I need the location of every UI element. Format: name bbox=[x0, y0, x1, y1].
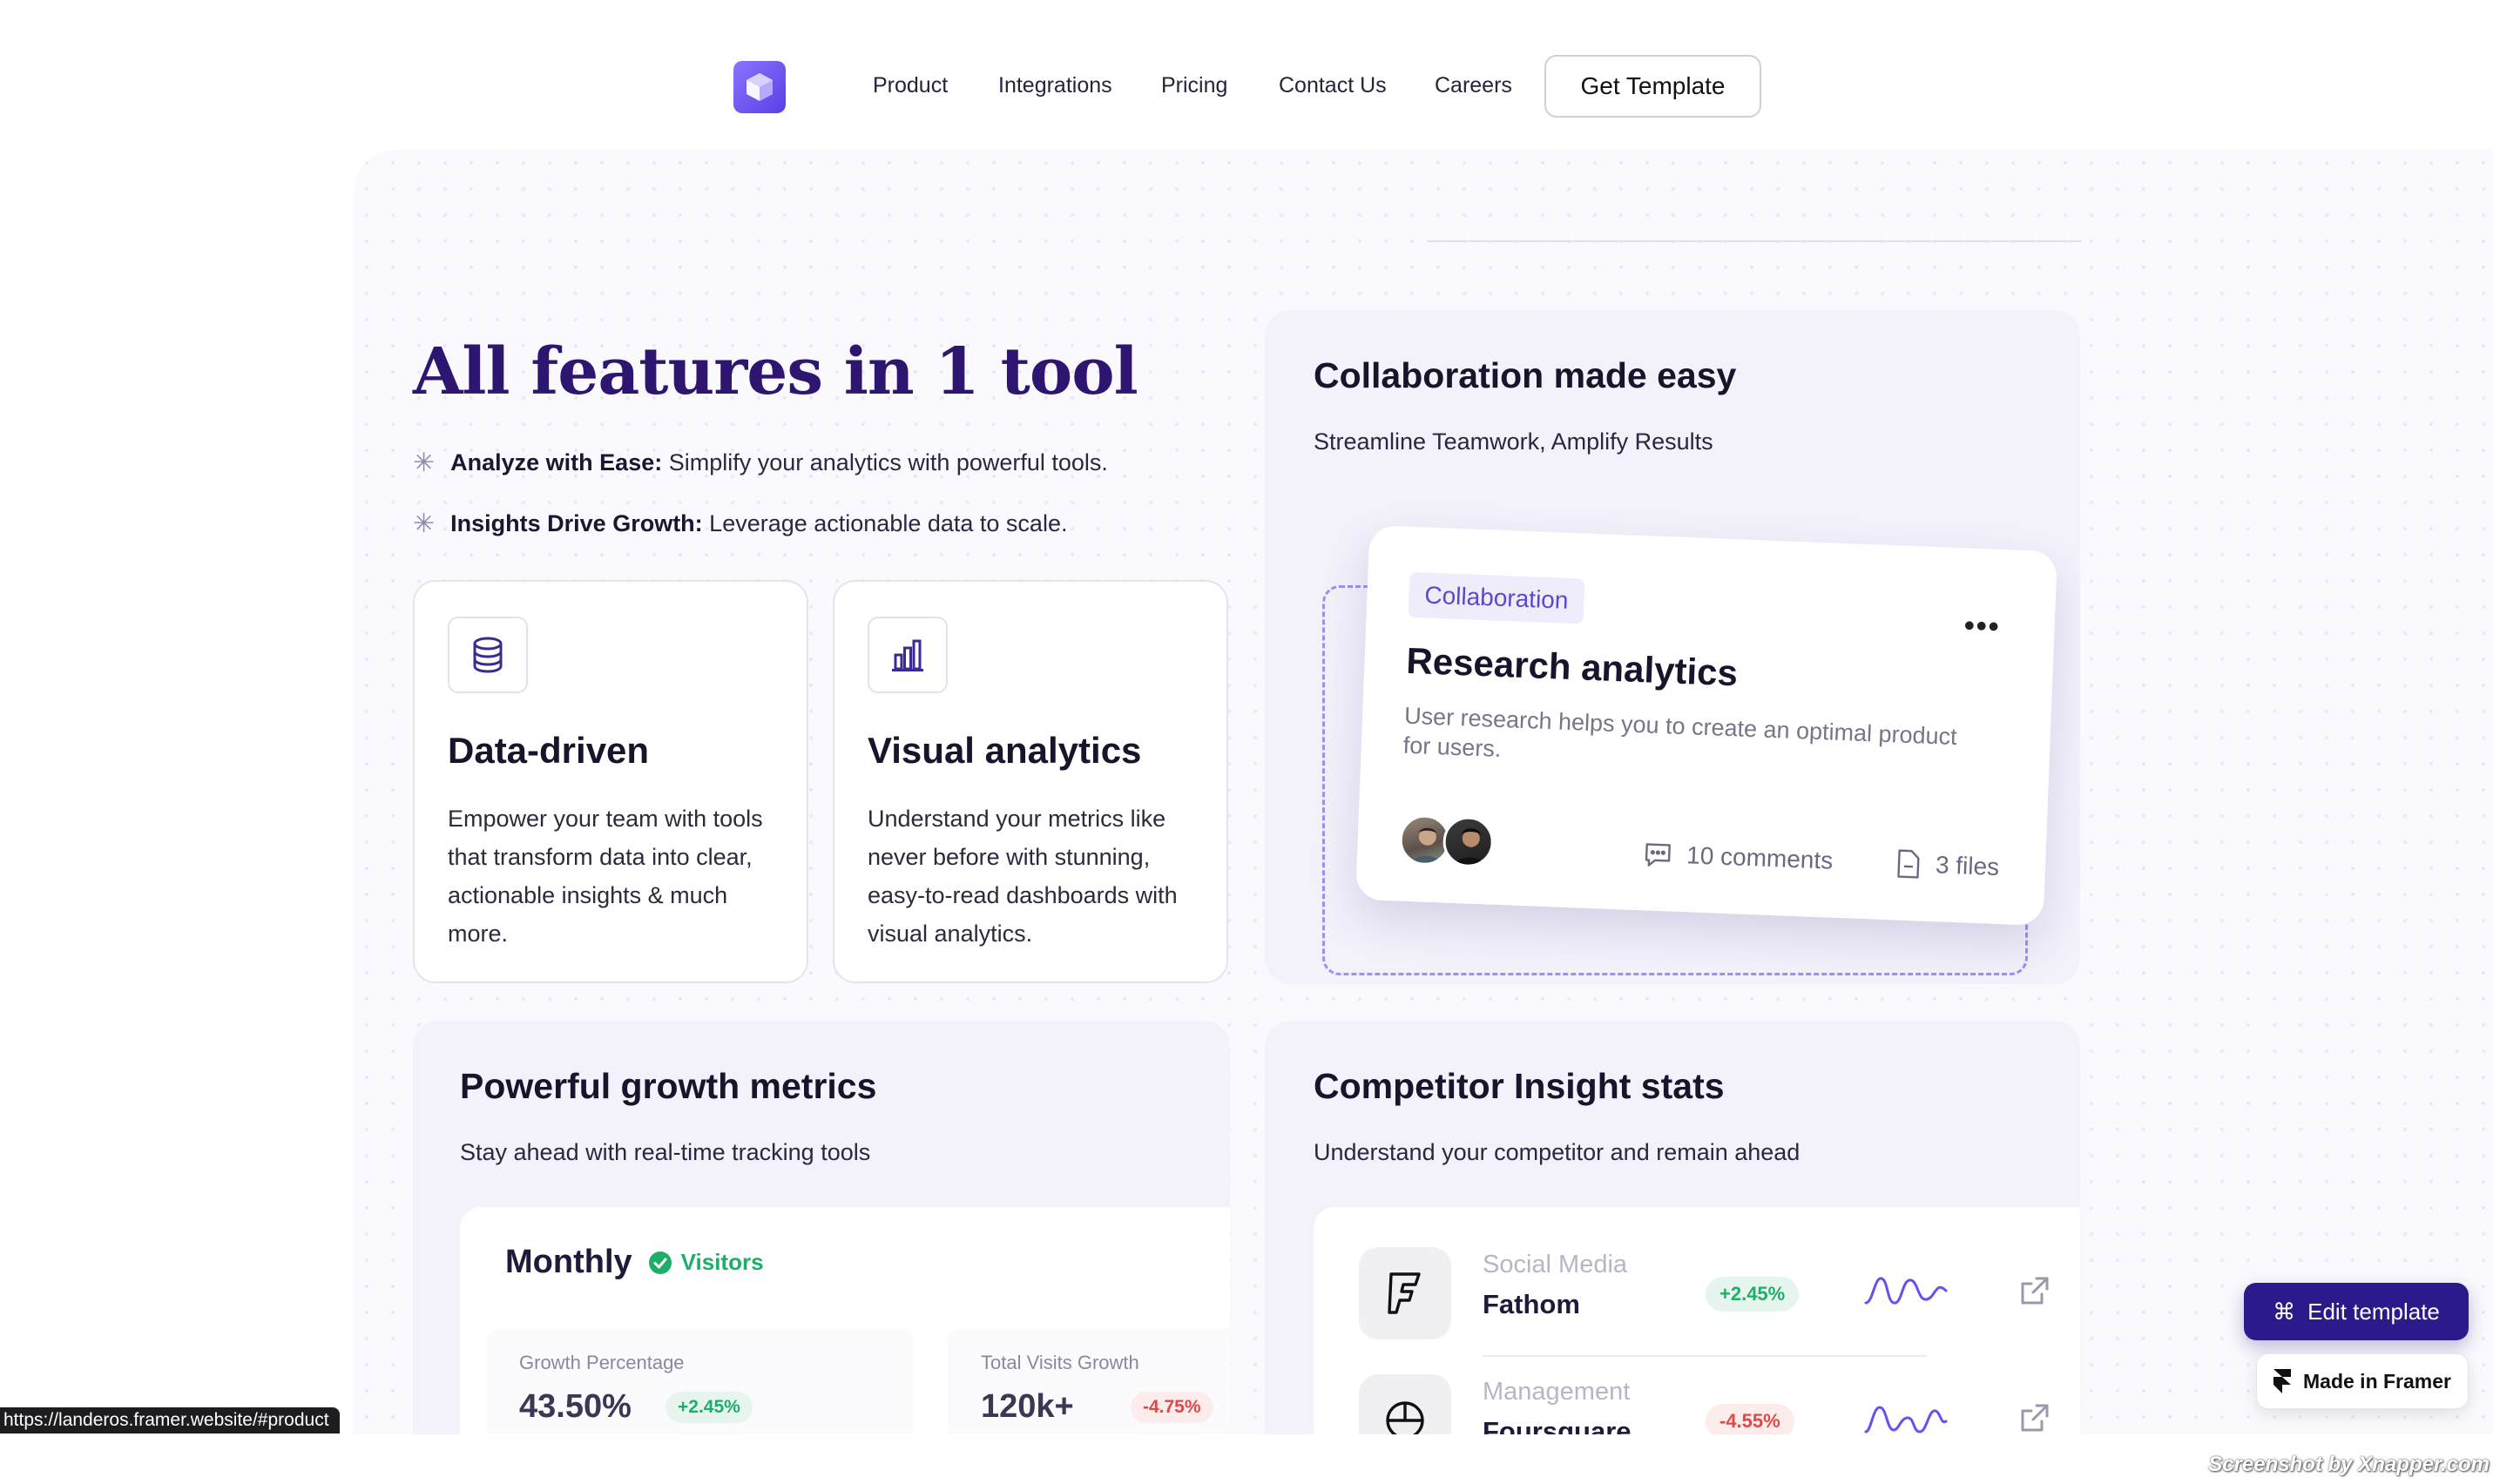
card-subtitle: Stay ahead with real-time tracking tools bbox=[460, 1139, 871, 1165]
nav-contact-us[interactable]: Contact Us bbox=[1279, 73, 1387, 98]
nav-careers[interactable]: Careers bbox=[1435, 73, 1512, 98]
comment-icon bbox=[1645, 843, 1671, 867]
bullet-bold: Analyze with Ease: bbox=[450, 449, 663, 476]
feature-card-data-driven: Data-driven Empower your team with tools… bbox=[413, 580, 808, 983]
competitor-change-badge: +2.45% bbox=[1706, 1277, 1800, 1312]
stat-change-badge: -4.75% bbox=[1131, 1392, 1213, 1423]
stat-label: Total Visits Growth bbox=[981, 1352, 1139, 1373]
screenshot-watermark: Screenshot by Xnapper.com bbox=[2208, 1453, 2490, 1476]
command-icon: ⌘ bbox=[2273, 1298, 2296, 1325]
bullet-text: Simplify your analytics with powerful to… bbox=[662, 449, 1108, 476]
competitor-category: Social Media bbox=[1483, 1251, 1628, 1278]
competitor-list: Social Media Fathom +2.45% Management Fo… bbox=[1314, 1207, 2080, 1434]
card-title: Collaboration made easy bbox=[1314, 355, 1737, 395]
card-subtitle: Understand your competitor and remain ah… bbox=[1314, 1139, 1800, 1165]
section-heading: All features in 1 tool bbox=[413, 334, 1138, 409]
avatar bbox=[1442, 815, 1495, 868]
research-analytics-card[interactable]: Collaboration ••• Research analytics Use… bbox=[1355, 524, 2057, 927]
feature-title: Visual analytics bbox=[868, 730, 1142, 771]
made-in-framer-button[interactable]: Made in Framer bbox=[2256, 1353, 2469, 1409]
monthly-header: Monthly Visitors bbox=[505, 1244, 764, 1281]
feature-title: Data-driven bbox=[448, 730, 650, 771]
feature-bullet-2: ✳ Insights Drive Growth: Leverage action… bbox=[413, 509, 1067, 539]
feature-bullet-1: ✳ Analyze with Ease: Simplify your analy… bbox=[413, 448, 1108, 478]
files-count[interactable]: 3 files bbox=[1891, 847, 2000, 884]
list-item[interactable]: Social Media Fathom +2.45% bbox=[1314, 1207, 2080, 1357]
more-options-icon[interactable]: ••• bbox=[1963, 609, 2001, 644]
growth-metrics-card: Powerful growth metrics Stay ahead with … bbox=[413, 1021, 1230, 1434]
nav-product[interactable]: Product bbox=[873, 73, 948, 98]
competitor-category: Management bbox=[1483, 1378, 1631, 1406]
collaboration-card: Collaboration made easy Streamline Teamw… bbox=[1265, 310, 2080, 984]
feature-description: Empower your team with tools that transf… bbox=[448, 806, 763, 947]
research-description: User research helps you to create an opt… bbox=[1402, 702, 1958, 762]
stat-value: 120k+ bbox=[981, 1388, 1074, 1425]
asterisk-icon: ✳ bbox=[413, 449, 436, 477]
bullet-text: Leverage actionable data to scale. bbox=[702, 510, 1068, 536]
list-item[interactable]: Management Foursquare -4.55% bbox=[1314, 1334, 2080, 1434]
competitor-name: Foursquare bbox=[1483, 1416, 1632, 1434]
stat-value: 43.50% bbox=[519, 1388, 632, 1425]
get-template-button[interactable]: Get Template bbox=[1544, 55, 1761, 118]
avatar-group bbox=[1398, 813, 1505, 871]
collaboration-tag: Collaboration bbox=[1408, 571, 1585, 624]
framer-logo-icon bbox=[2273, 1369, 2291, 1393]
comments-count[interactable]: 10 comments bbox=[1641, 837, 1834, 877]
database-icon bbox=[448, 617, 528, 693]
comments-label: 10 comments bbox=[1686, 841, 1834, 874]
logo-cube-icon[interactable] bbox=[733, 61, 786, 113]
visitors-badge: Visitors bbox=[680, 1249, 764, 1275]
bullet-bold: Insights Drive Growth: bbox=[450, 510, 703, 536]
stat-label: Growth Percentage bbox=[519, 1352, 685, 1373]
competitor-name: Fathom bbox=[1483, 1289, 1580, 1319]
asterisk-icon: ✳ bbox=[413, 509, 436, 538]
nav-integrations[interactable]: Integrations bbox=[998, 73, 1112, 98]
foursquare-logo-icon bbox=[1359, 1374, 1451, 1434]
file-icon bbox=[1897, 849, 1920, 879]
feature-description: Understand your metrics like never befor… bbox=[868, 806, 1178, 947]
feature-card-visual-analytics: Visual analytics Understand your metrics… bbox=[833, 580, 1228, 983]
bar-chart-icon bbox=[868, 617, 948, 693]
card-title: Competitor Insight stats bbox=[1314, 1066, 1725, 1106]
sparkline-icon bbox=[1864, 1406, 1948, 1433]
monthly-label: Monthly bbox=[505, 1244, 632, 1280]
nav-pricing[interactable]: Pricing bbox=[1161, 73, 1227, 98]
competitor-change-badge: -4.55% bbox=[1706, 1404, 1794, 1434]
decorative-divider bbox=[1427, 240, 2082, 242]
monthly-panel: Monthly Visitors Growth Percentage 43.50… bbox=[460, 1207, 1230, 1434]
made-in-framer-label: Made in Framer bbox=[2303, 1369, 2451, 1393]
external-link-icon[interactable] bbox=[2017, 1400, 2052, 1434]
external-link-icon[interactable] bbox=[2017, 1273, 2052, 1308]
competitor-insight-card: Competitor Insight stats Understand your… bbox=[1265, 1021, 2080, 1434]
files-label: 3 files bbox=[1935, 851, 2000, 881]
card-title: Powerful growth metrics bbox=[460, 1066, 877, 1106]
sparkline-icon bbox=[1864, 1277, 1948, 1305]
card-subtitle: Streamline Teamwork, Amplify Results bbox=[1314, 428, 1713, 455]
stat-change-badge: +2.45% bbox=[665, 1392, 753, 1423]
status-bar-url: https://landeros.framer.website/#product bbox=[0, 1407, 340, 1433]
check-circle-icon bbox=[648, 1251, 672, 1274]
stat-growth-percentage: Growth Percentage 43.50% +2.45% bbox=[486, 1329, 913, 1434]
edit-template-label: Edit template bbox=[2307, 1298, 2440, 1325]
edit-template-button[interactable]: ⌘ Edit template bbox=[2244, 1283, 2469, 1340]
fathom-logo-icon bbox=[1359, 1247, 1451, 1339]
stat-total-visits: Total Visits Growth 120k+ -4.75% bbox=[948, 1329, 1230, 1434]
research-title: Research analytics bbox=[1405, 639, 1739, 694]
